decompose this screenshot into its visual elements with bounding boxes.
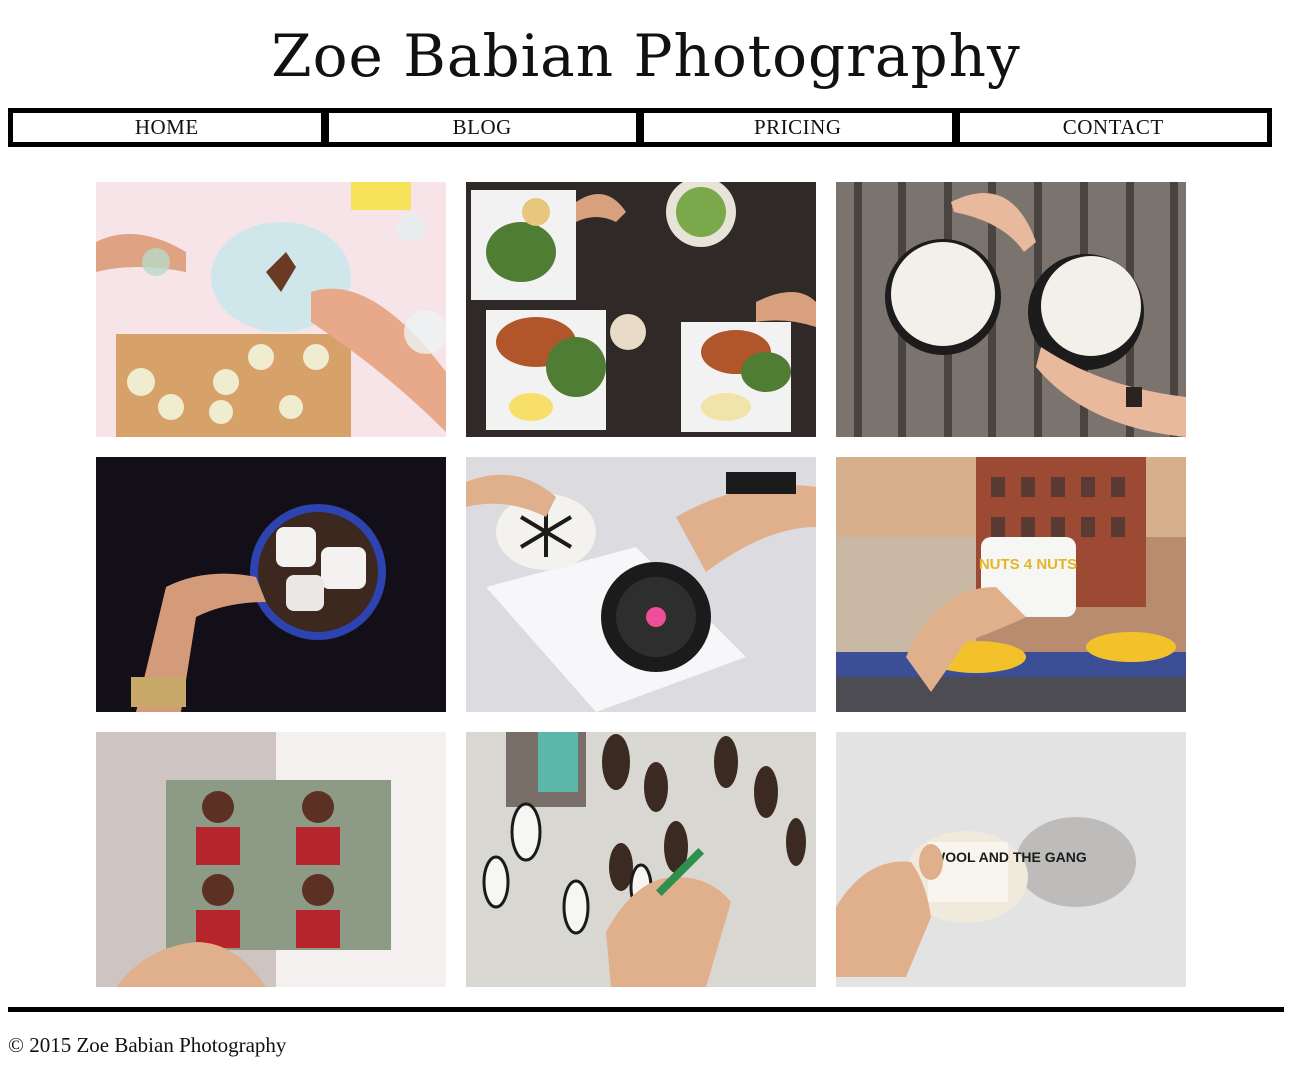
photo-nuts-4-nuts[interactable]: NUTS 4 NUTS: [836, 457, 1186, 712]
photo-painting-pinecones[interactable]: [466, 732, 816, 987]
photo-painting-pinecones-image: [466, 732, 816, 987]
photo-coffee-cups-image: [836, 182, 1186, 437]
photo-brunch-table-image: [466, 182, 816, 437]
photo-decorated-cookie-image: [466, 457, 816, 712]
wool-label: WOOL AND THE GANG: [932, 849, 1087, 865]
photo-brunch-table[interactable]: [466, 182, 816, 437]
nuts-bag-label: NUTS 4 NUTS: [979, 556, 1077, 573]
nav-item-pricing[interactable]: PRICING: [644, 113, 952, 142]
nav-item-home[interactable]: HOME: [13, 113, 321, 142]
site-title: Zoe Babian Photography: [271, 22, 1021, 90]
photo-coffee-cups[interactable]: [836, 182, 1186, 437]
photo-cooking-zucchini[interactable]: [96, 182, 446, 437]
photo-gallery: NUTS 4 NUTS WOOL AND THE GANG: [96, 182, 1186, 987]
footer-copyright: © 2015 Zoe Babian Photography: [8, 1033, 287, 1057]
footer-divider: [8, 1007, 1284, 1012]
photo-cooking-zucchini-image: [96, 182, 446, 437]
photo-portrait-prints-image: [96, 732, 446, 987]
photo-decorated-cookie[interactable]: [466, 457, 816, 712]
main-nav: HOME BLOG PRICING CONTACT: [8, 108, 1272, 147]
photo-wool-yarn[interactable]: WOOL AND THE GANG: [836, 732, 1186, 987]
photo-hot-cocoa[interactable]: [96, 457, 446, 712]
photo-portrait-prints[interactable]: [96, 732, 446, 987]
photo-hot-cocoa-image: [96, 457, 446, 712]
photo-wool-yarn-image: WOOL AND THE GANG: [836, 732, 1186, 987]
nav-item-blog[interactable]: BLOG: [328, 113, 636, 142]
nav-item-contact[interactable]: CONTACT: [959, 113, 1267, 142]
photo-nuts-4-nuts-image: NUTS 4 NUTS: [836, 457, 1186, 712]
